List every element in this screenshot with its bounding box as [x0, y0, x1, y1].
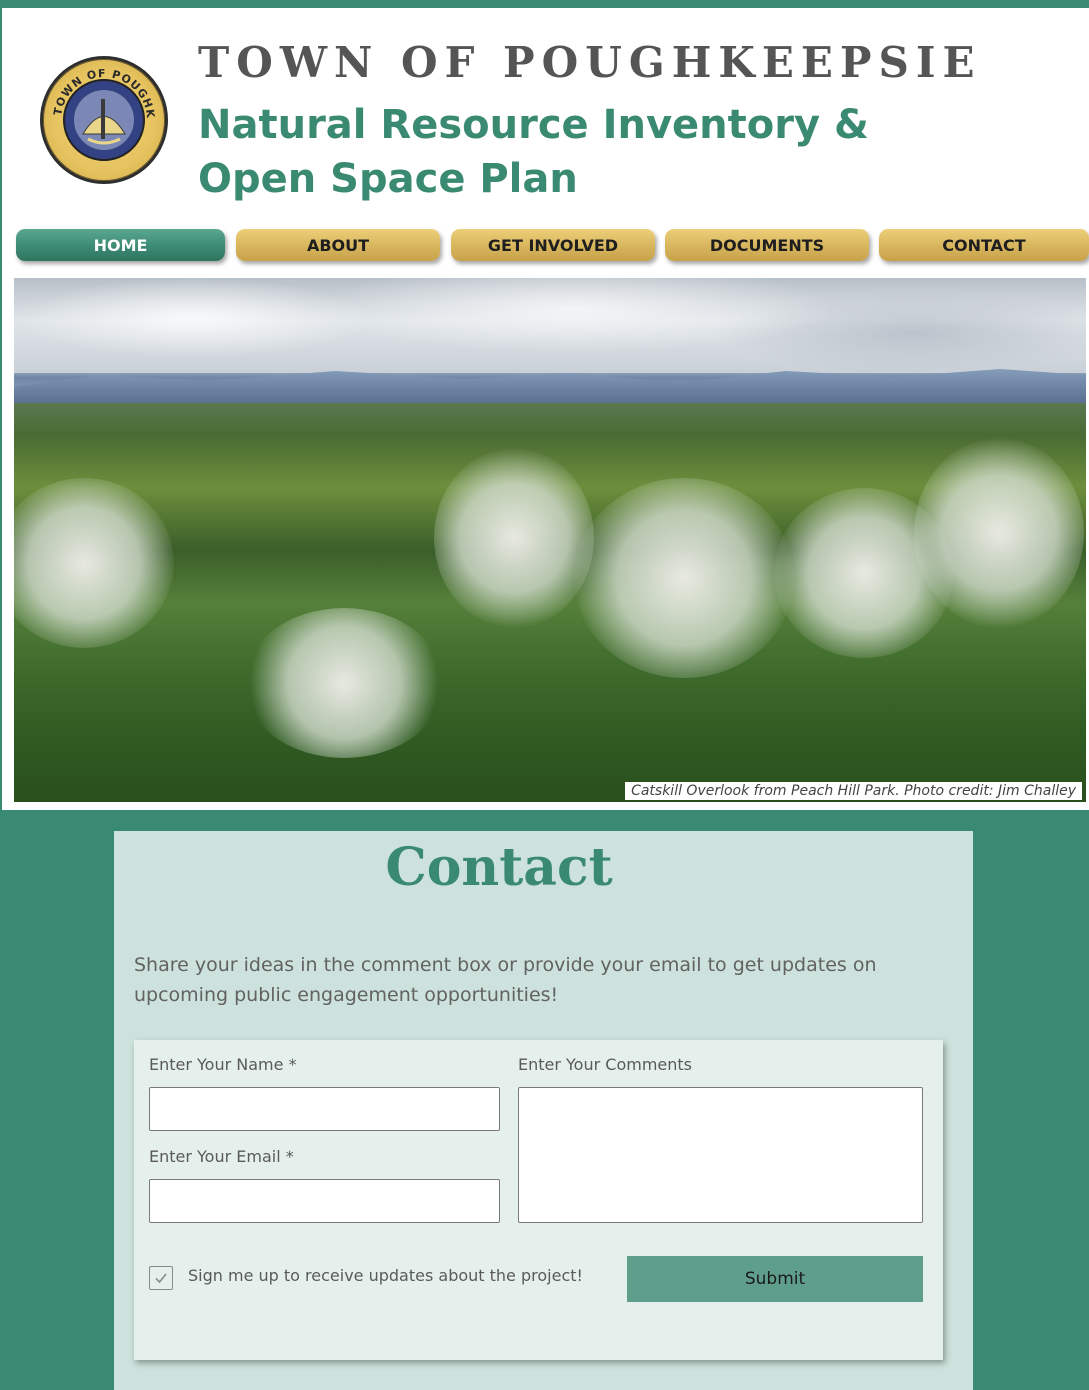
hero-blossom-tree — [914, 438, 1084, 628]
email-input[interactable] — [149, 1179, 500, 1223]
hero-blossom-tree — [434, 448, 594, 628]
nav-get-involved-button[interactable]: GET INVOLVED — [451, 229, 655, 261]
nav-about-button[interactable]: ABOUT — [236, 229, 440, 261]
name-input[interactable] — [149, 1087, 500, 1131]
hero-photo-caption: Catskill Overlook from Peach Hill Park. … — [625, 782, 1082, 800]
hero-blossom-tree — [244, 608, 444, 758]
hero-blossom-tree — [574, 478, 794, 678]
comments-textarea[interactable] — [518, 1087, 923, 1223]
comments-label: Enter Your Comments — [518, 1055, 692, 1074]
contact-form: Enter Your Name * Enter Your Email * Ent… — [134, 1040, 943, 1360]
contact-description: Share your ideas in the comment box or p… — [134, 954, 877, 1006]
updates-checkbox-label: Sign me up to receive updates about the … — [188, 1266, 583, 1285]
town-title: TOWN OF POUGHKEEPSIE — [198, 38, 982, 87]
contact-panel: Contact Share your ideas in the comment … — [114, 831, 973, 1390]
hero-landscape-image: Catskill Overlook from Peach Hill Park. … — [14, 278, 1086, 802]
seal-emblem-icon: TOWN OF POUGHKEEPSIE NY — [43, 59, 156, 161]
hero-sky — [14, 278, 1086, 373]
nav-home-button[interactable]: HOME — [16, 229, 225, 261]
main-nav: HOME ABOUT GET INVOLVED DOCUMENTS CONTAC… — [16, 229, 1089, 263]
top-strip — [0, 0, 1089, 8]
email-label: Enter Your Email * — [149, 1147, 294, 1166]
submit-button[interactable]: Submit — [627, 1256, 923, 1302]
name-label: Enter Your Name * — [149, 1055, 297, 1074]
nav-documents-button[interactable]: DOCUMENTS — [665, 229, 869, 261]
contact-title: Contact — [385, 837, 613, 898]
hero-blossom-tree — [14, 478, 174, 648]
town-seal-logo: TOWN OF POUGHKEEPSIE NY — [40, 56, 168, 184]
updates-checkbox[interactable] — [149, 1266, 173, 1290]
nav-contact-button[interactable]: CONTACT — [879, 229, 1089, 261]
plan-title: Natural Resource Inventory & Open Space … — [198, 102, 869, 202]
checkmark-icon — [155, 1273, 167, 1284]
